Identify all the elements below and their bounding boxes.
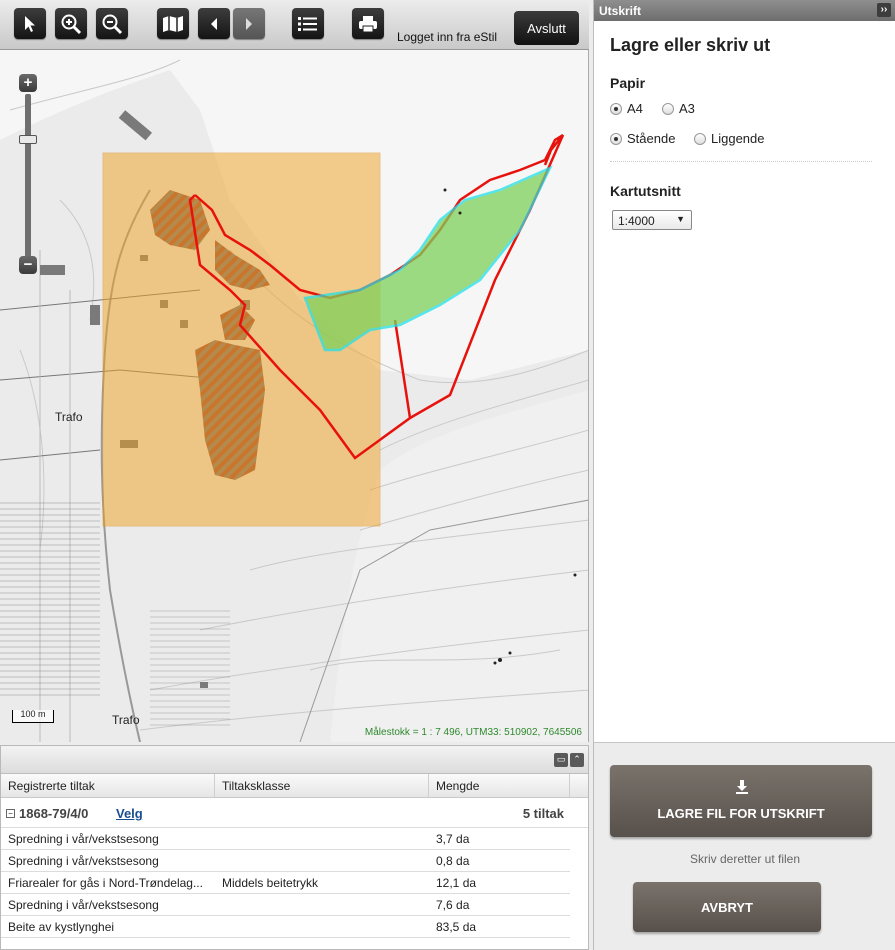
cell-mengde: 3,7 da bbox=[436, 832, 470, 846]
panel-title: Utskrift bbox=[599, 4, 642, 18]
table-row[interactable]: Spredning i vår/vekstsesong 7,6 da bbox=[1, 894, 570, 916]
cell-klasse bbox=[215, 916, 429, 937]
list-icon bbox=[298, 16, 317, 31]
cell-tiltak: Spredning i vår/vekstsesong bbox=[8, 898, 159, 912]
divider bbox=[610, 161, 872, 162]
zoom-slider-track[interactable] bbox=[25, 94, 31, 262]
cell-klasse bbox=[215, 894, 429, 915]
panel-actions: LAGRE FIL FOR UTSKRIFT Skriv deretter ut… bbox=[594, 742, 895, 950]
toolbar: Logget inn fra eStil Avslutt bbox=[0, 0, 589, 50]
cell-mengde: 7,6 da bbox=[436, 898, 470, 912]
back-button[interactable] bbox=[198, 8, 230, 39]
table-header: Registrerte tiltak Tiltaksklasse Mengde bbox=[1, 774, 588, 798]
radio-a4[interactable]: A4 bbox=[610, 101, 643, 116]
scale-value: 1:4000 bbox=[618, 214, 655, 228]
radio-label: A3 bbox=[679, 101, 695, 116]
group-title: 1868-79/4/0 bbox=[19, 806, 89, 821]
print-panel: Utskrift ›› Lagre eller skriv ut Papir A… bbox=[593, 0, 895, 950]
print-icon bbox=[359, 15, 377, 32]
map-label-trafo: Trafo bbox=[112, 713, 140, 727]
map-label-trafo: Trafo bbox=[55, 410, 83, 424]
cell-mengde: 0,8 da bbox=[436, 854, 470, 868]
measures-panel: ▭ ⌃ Registrerte tiltak Tiltaksklasse Men… bbox=[0, 745, 589, 950]
zoom-control: + − bbox=[17, 74, 39, 274]
table-row[interactable]: Beite av kystlynghei 83,5 da bbox=[1, 916, 570, 938]
table-row[interactable]: Spredning i vår/vekstsesong 0,8 da bbox=[1, 850, 570, 872]
pointer-icon bbox=[25, 15, 35, 32]
forward-button[interactable] bbox=[233, 8, 265, 39]
map-layers-button[interactable] bbox=[157, 8, 189, 39]
dropdown-arrow-icon: ▼ bbox=[676, 214, 685, 224]
map-canvas[interactable]: + − Trafo Trafo 100 m Målestokk = 1 : 7 … bbox=[0, 50, 589, 742]
group-row: − 1868-79/4/0 Velg 5 tiltak bbox=[1, 798, 588, 828]
cancel-button[interactable]: AVBRYT bbox=[633, 882, 821, 932]
hint-text: Skriv deretter ut filen bbox=[689, 852, 801, 866]
cell-klasse bbox=[215, 828, 429, 849]
scale-info: Målestokk = 1 : 7 496, UTM33: 510902, 76… bbox=[364, 727, 582, 738]
radio-label: Stående bbox=[627, 131, 676, 146]
cell-mengde: 12,1 da bbox=[436, 876, 477, 890]
zoom-in-icon bbox=[61, 14, 82, 34]
table-row[interactable]: Friarealer for gås i Nord-Trøndelag... M… bbox=[1, 872, 570, 894]
scale-label: Kartutsnitt bbox=[610, 183, 681, 199]
zoom-in-icon[interactable]: + bbox=[19, 74, 37, 92]
column-header[interactable]: Mengde bbox=[429, 774, 570, 797]
select-link[interactable]: Velg bbox=[116, 806, 143, 821]
panel-header: ▭ ⌃ bbox=[1, 746, 588, 774]
login-status: Logget inn fra eStil bbox=[397, 30, 498, 44]
paper-label: Papir bbox=[610, 75, 646, 91]
cell-tiltak: Friarealer for gås i Nord-Trøndelag... bbox=[8, 876, 203, 890]
cell-tiltak: Spredning i vår/vekstsesong bbox=[8, 854, 159, 868]
zoom-in-button[interactable] bbox=[55, 8, 87, 39]
cell-tiltak: Beite av kystlynghei bbox=[8, 920, 115, 934]
app: Logget inn fra eStil Avslutt + − Trafo T… bbox=[0, 0, 895, 950]
forward-icon bbox=[246, 17, 252, 30]
cell-klasse bbox=[215, 850, 429, 871]
table-body: Spredning i vår/vekstsesong 3,7 da Spred… bbox=[1, 828, 588, 938]
cell-klasse: Middels beitetrykk bbox=[222, 876, 319, 890]
radio-landscape[interactable]: Liggende bbox=[694, 131, 765, 146]
radio-label: A4 bbox=[627, 101, 643, 116]
cell-tiltak: Spredning i vår/vekstsesong bbox=[8, 832, 159, 846]
table-row[interactable]: Spredning i vår/vekstsesong 3,7 da bbox=[1, 828, 570, 850]
collapse-group-icon[interactable]: − bbox=[6, 809, 15, 818]
save-button-label: LAGRE FIL FOR UTSKRIFT bbox=[657, 806, 825, 821]
pointer-tool-button[interactable] bbox=[14, 8, 46, 39]
cell-mengde: 83,5 da bbox=[436, 920, 477, 934]
expand-icon[interactable]: ⌃ bbox=[570, 753, 584, 767]
scale-select[interactable]: 1:4000 ▼ bbox=[612, 210, 692, 230]
zoom-out-icon[interactable]: − bbox=[19, 256, 37, 274]
radio-unselected-icon bbox=[662, 102, 674, 115]
panel-title-bar: Utskrift ›› bbox=[594, 0, 895, 21]
scale-bar: 100 m bbox=[12, 710, 54, 723]
download-icon bbox=[736, 780, 748, 794]
zoom-out-icon bbox=[102, 14, 123, 34]
map-base-layer bbox=[0, 50, 588, 742]
radio-selected-icon bbox=[610, 132, 622, 145]
zoom-out-button[interactable] bbox=[96, 8, 128, 39]
radio-portrait[interactable]: Stående bbox=[610, 131, 675, 146]
column-header[interactable]: Registrerte tiltak bbox=[1, 774, 215, 797]
legend-list-button[interactable] bbox=[292, 8, 324, 39]
group-count: 5 tiltak bbox=[522, 806, 564, 821]
minimize-icon[interactable]: ▭ bbox=[554, 753, 568, 767]
panel-heading: Lagre eller skriv ut bbox=[610, 35, 771, 55]
radio-a3[interactable]: A3 bbox=[662, 101, 695, 116]
print-button[interactable] bbox=[352, 8, 384, 39]
collapse-panel-icon[interactable]: ›› bbox=[877, 3, 891, 17]
radio-unselected-icon bbox=[694, 132, 706, 145]
column-header[interactable]: Tiltaksklasse bbox=[215, 774, 429, 797]
save-for-print-button[interactable]: LAGRE FIL FOR UTSKRIFT bbox=[610, 765, 872, 837]
radio-label: Liggende bbox=[711, 131, 765, 146]
radio-selected-icon bbox=[610, 102, 622, 115]
map-icon bbox=[163, 15, 183, 32]
zoom-slider-handle[interactable] bbox=[19, 135, 37, 144]
back-icon bbox=[211, 17, 217, 30]
logout-button[interactable]: Avslutt bbox=[514, 11, 579, 45]
